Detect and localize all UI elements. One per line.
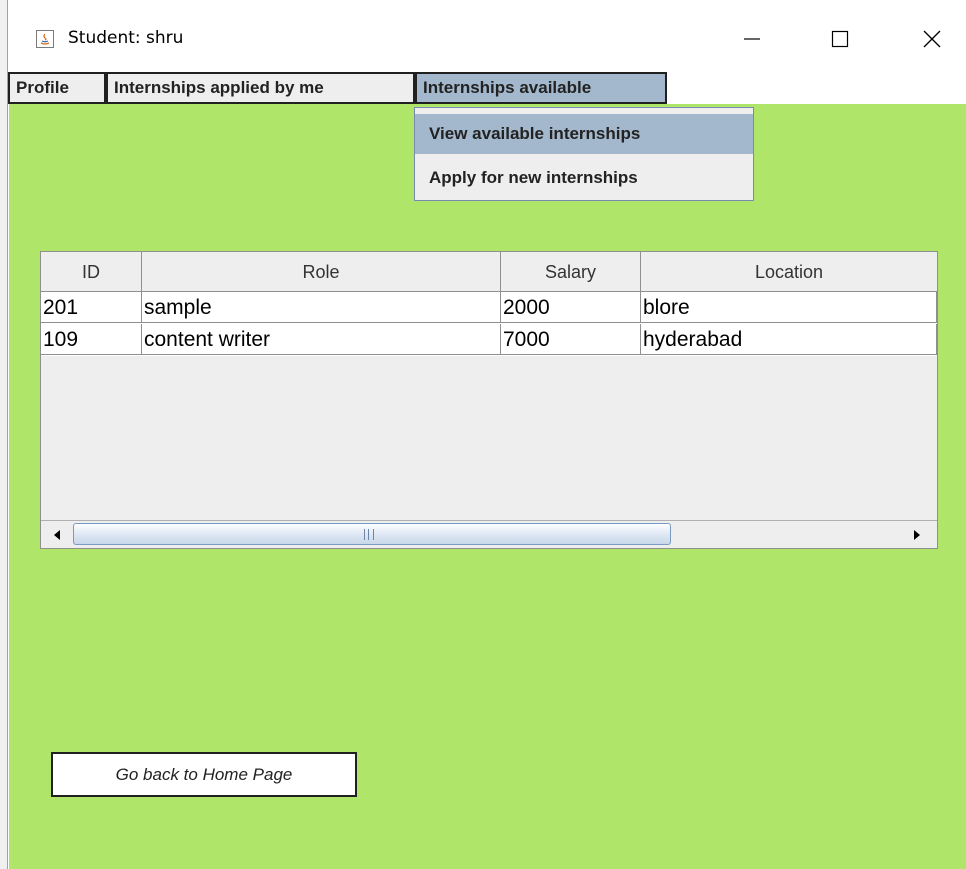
column-header-location[interactable]: Location <box>641 252 937 291</box>
menu-profile[interactable]: Profile <box>8 72 106 104</box>
scroll-right-button[interactable] <box>907 525 927 545</box>
table-header: ID Role Salary Location <box>41 252 937 292</box>
go-back-home-button[interactable]: Go back to Home Page <box>51 752 357 797</box>
scroll-thumb[interactable] <box>73 523 671 545</box>
cell-location[interactable]: blore <box>641 292 937 323</box>
menu-item-apply-new[interactable]: Apply for new internships <box>415 158 753 198</box>
cell-role[interactable]: sample <box>142 292 501 323</box>
cell-id[interactable]: 109 <box>41 324 142 355</box>
scroll-left-button[interactable] <box>47 525 67 545</box>
window-title: Student: shru <box>68 28 184 48</box>
cell-id[interactable]: 201 <box>41 292 142 323</box>
maximize-icon <box>831 30 849 48</box>
menu-item-view-available[interactable]: View available internships <box>415 114 753 154</box>
column-header-salary[interactable]: Salary <box>501 252 641 291</box>
table-row[interactable]: 109 content writer 7000 hyderabad <box>41 324 937 356</box>
window-left-edge <box>0 0 8 869</box>
menu-internships-applied[interactable]: Internships applied by me <box>106 72 415 104</box>
grip-icon <box>364 529 374 540</box>
app-window: Student: shru Profile Internships applie… <box>0 0 966 869</box>
close-icon <box>923 30 941 48</box>
minimize-icon <box>744 38 760 40</box>
cell-salary[interactable]: 2000 <box>501 292 641 323</box>
cell-location[interactable]: hyderabad <box>641 324 937 355</box>
minimize-button[interactable] <box>732 22 772 56</box>
arrow-right-icon <box>914 530 920 540</box>
table-row[interactable]: 201 sample 2000 blore <box>41 292 937 324</box>
maximize-button[interactable] <box>820 22 860 56</box>
arrow-left-icon <box>54 530 60 540</box>
menu-internships-available[interactable]: Internships available <box>415 72 667 104</box>
internships-available-dropdown: View available internships Apply for new… <box>414 107 754 201</box>
java-app-icon <box>36 30 54 48</box>
menu-bar: Profile Internships applied by me Intern… <box>8 72 966 104</box>
horizontal-scrollbar[interactable] <box>41 520 937 548</box>
internships-table: ID Role Salary Location 201 sample 2000 … <box>40 251 938 549</box>
cell-role[interactable]: content writer <box>142 324 501 355</box>
close-button[interactable] <box>912 22 952 56</box>
cell-salary[interactable]: 7000 <box>501 324 641 355</box>
column-header-id[interactable]: ID <box>41 252 142 291</box>
column-header-role[interactable]: Role <box>142 252 501 291</box>
title-bar[interactable]: Student: shru <box>8 0 966 68</box>
